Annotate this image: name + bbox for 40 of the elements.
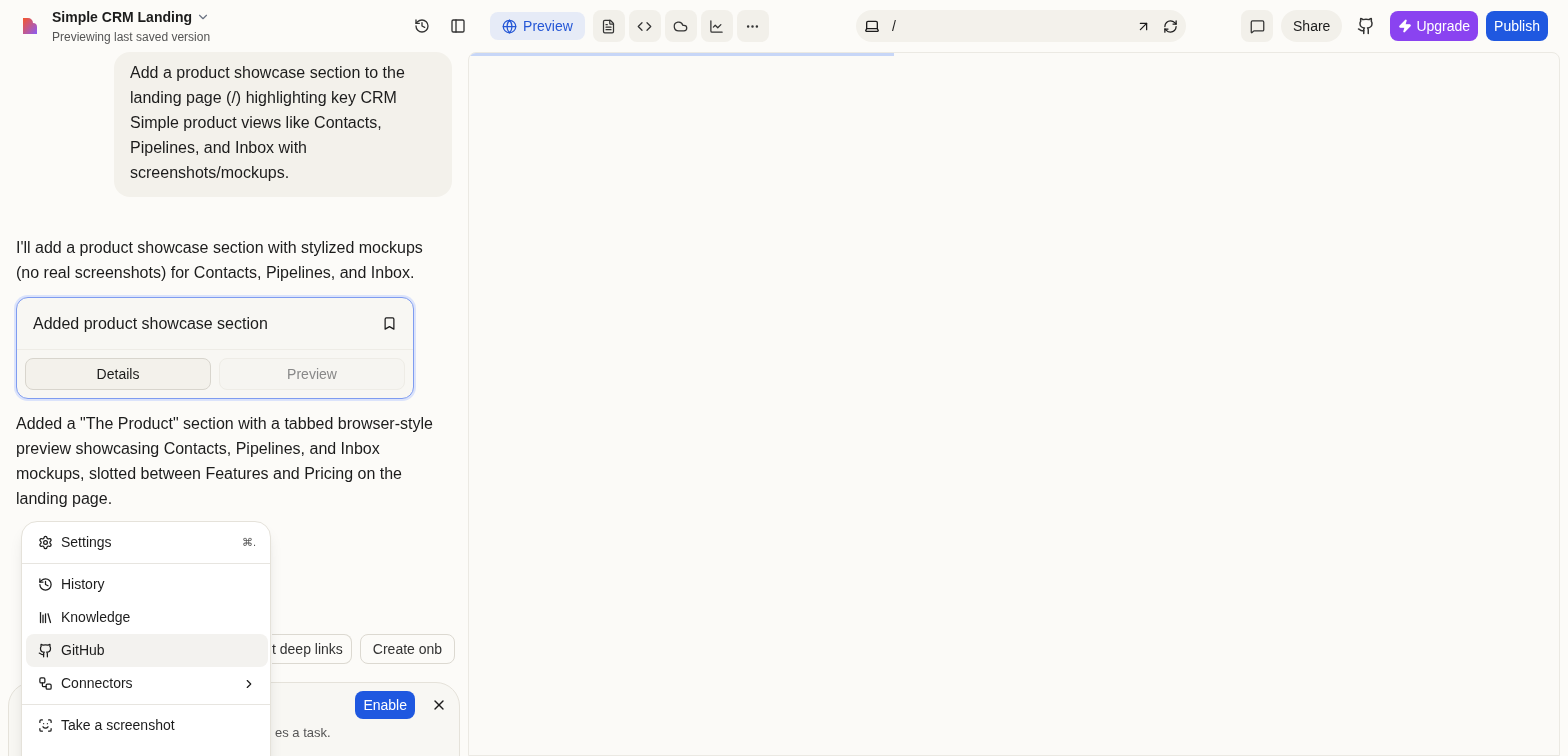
cloud-icon[interactable] [664,10,697,42]
share-button[interactable]: Share [1281,10,1343,42]
enable-button[interactable]: Enable [355,691,415,719]
project-status: Previewing last saved version [52,28,211,46]
preview-tab[interactable]: Preview [490,12,585,40]
screenshot-icon [38,718,53,733]
menu-item[interactable]: Settings ⌘. [26,526,268,559]
menu-item[interactable]: Knowledge [26,601,268,634]
suggestion-chip[interactable]: Create onb [359,634,456,664]
address-path: / [891,16,897,36]
assistant-summary: Added a "The Product" section with a tabbed browser-style preview showcasing Contacts, Pipelines, and Inbox mockups, slotted between Features and Pricing on the landing page. [16,414,434,509]
notice-text: es a task. [275,724,332,742]
books-icon [38,610,53,625]
publish-button[interactable]: Publish [1486,11,1548,41]
laptop-icon [863,18,880,34]
card-title: Added product showcase section [33,313,268,334]
menu-item[interactable]: Take a screenshot [26,709,268,742]
menu-item[interactable]: Connectors [26,667,268,700]
project-name-button[interactable]: Simple CRM Landing [52,6,211,28]
assistant-message: I'll add a product showcase section with stylized mockups (no real screenshots) for Contacts, Pipelines, and Inbox. [16,238,424,283]
menu-item[interactable]: GitHub [26,634,268,667]
user-message: Add a product showcase section to the landing page (/) highlighting key CRM Simple product views like Contacts, Pipelines, and Inbox with screenshots/mockups. [114,52,452,197]
nodes-icon [38,676,53,691]
comment-icon[interactable] [1241,10,1273,42]
card-tab[interactable]: Details [25,358,211,390]
code-icon[interactable] [628,10,661,42]
globe-icon [502,18,518,34]
address-bar[interactable]: / [855,10,1186,42]
settings-icon [38,535,53,550]
github-icon [38,643,53,658]
menu-item[interactable]: History [26,568,268,601]
file-icon[interactable] [592,10,625,42]
shortcut-hint: ⌘. [241,535,256,551]
suggestion-chip[interactable]: t deep links [272,634,352,664]
lightning-icon [1398,19,1413,33]
chart-icon[interactable] [700,10,733,42]
history-icon [38,577,53,592]
upgrade-button[interactable]: Upgrade [1390,11,1479,41]
bookmark-icon[interactable] [382,316,397,331]
refresh-icon[interactable] [1162,18,1178,34]
